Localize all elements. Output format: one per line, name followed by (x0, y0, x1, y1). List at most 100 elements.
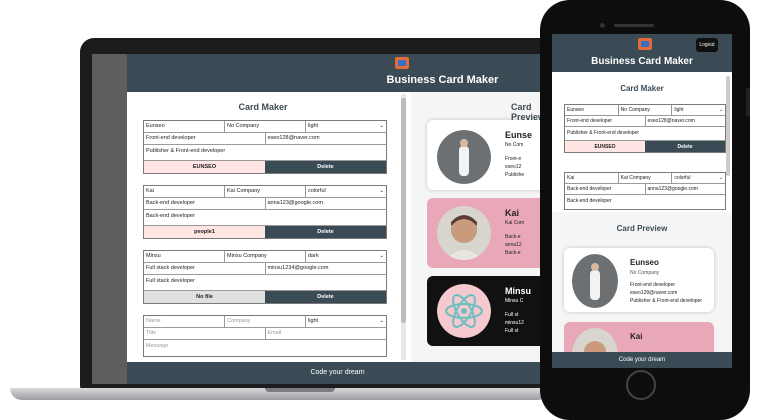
mobile-card-preview: Card Preview Eunseo No Company Front-end… (552, 212, 732, 368)
chevron-down-icon: ⌄ (379, 188, 384, 194)
card-form: Kai Kai Company colorful ⌄ Back-end devel… (564, 172, 726, 210)
email-input[interactable]: eseo128@naver.com (646, 116, 726, 126)
title-input[interactable]: Back-end developer (565, 184, 646, 194)
card-company: No Com (505, 142, 524, 148)
card-company: Kai Com (505, 220, 525, 226)
mobile-header: Logout Business Card Maker (552, 34, 732, 72)
home-button[interactable] (626, 370, 656, 400)
card-name: Eunseo (630, 258, 659, 267)
card-company: Minsu C (505, 298, 524, 304)
company-input[interactable]: Kai Company (619, 173, 673, 183)
avatar (437, 206, 491, 260)
image-file-button[interactable]: people1 (144, 226, 265, 238)
app-body: Card Maker Eunseo No Company light ⌄ Fron… (127, 92, 548, 362)
message-textarea[interactable]: Message (144, 340, 386, 356)
theme-select[interactable]: colorful ⌄ (672, 173, 725, 183)
mobile-maker-title: Card Maker (620, 84, 664, 93)
laptop-notch (265, 388, 335, 392)
card-message: Publishe (505, 172, 525, 178)
card-email: anna12 (505, 242, 522, 248)
card-message: Full st (505, 328, 519, 334)
avatar (437, 284, 491, 338)
app-window: Business Card Maker Card Maker Eunseo No… (127, 54, 548, 384)
logo-icon (395, 57, 409, 69)
add-card-form: Name Company light ⌄ Title Email Message (143, 315, 387, 357)
card-name: Eunse (505, 130, 533, 140)
company-input[interactable]: No Company (619, 105, 673, 115)
scrollbar-thumb[interactable] (401, 98, 406, 323)
message-textarea[interactable]: Publisher & Front-end developer (144, 145, 386, 161)
name-input[interactable]: Eunseo (565, 105, 619, 115)
preview-card: Minsu Minsu C Full st minsu12 Full st (427, 276, 548, 346)
card-email: eseo12 (505, 164, 522, 170)
title-input[interactable]: Back-end developer (144, 198, 266, 209)
mobile-preview-title: Card Preview (616, 224, 668, 233)
theme-select[interactable]: colorful ⌄ (306, 186, 386, 197)
name-input[interactable]: Eunseo (144, 121, 225, 132)
name-input[interactable]: Minsu (144, 251, 225, 262)
mobile-app-title: Business Card Maker (591, 56, 693, 67)
app-title: Business Card Maker (386, 74, 499, 86)
card-title: Front-e (505, 156, 522, 162)
avatar (437, 130, 491, 184)
maker-title: Card Maker (238, 102, 288, 112)
company-input[interactable]: Kai Company (225, 186, 306, 197)
card-maker: Card Maker Eunseo No Company light ⌄ Fron… (127, 92, 406, 362)
title-input[interactable]: Front-end developer (565, 116, 646, 126)
image-file-button[interactable]: No file (144, 291, 265, 303)
message-textarea[interactable]: Publisher & Front-end developer (565, 127, 725, 141)
theme-value: colorful (674, 175, 691, 181)
app-footer: Code your dream (127, 362, 548, 384)
phone-screen: Logout Business Card Maker Card Maker Eu… (552, 34, 732, 368)
preview-card: Kai Kai Com Back-e anna12 Back-e (427, 198, 548, 268)
email-input[interactable]: anna123@google.com (266, 198, 387, 209)
delete-button[interactable]: Delete (645, 141, 725, 152)
name-input[interactable]: Kai (144, 186, 225, 197)
card-title: Full st (505, 312, 519, 318)
card-name: Minsu (505, 286, 531, 296)
image-file-button[interactable]: EUNSEO (565, 141, 645, 152)
phone-speaker (614, 24, 654, 27)
card-email: eseo128@naver.com (630, 290, 678, 296)
card-form: Eunseo No Company light ⌄ Front-end devel… (143, 120, 387, 174)
email-input[interactable]: eseo128@naver.com (266, 133, 387, 144)
chevron-down-icon: ⌄ (718, 107, 724, 113)
email-input[interactable]: minsu1234@google.com (266, 263, 387, 274)
delete-button[interactable]: Delete (265, 226, 386, 238)
theme-select[interactable]: light ⌄ (672, 105, 725, 115)
card-form: Minsu Minsu Company dark ⌄ Full stack dev… (143, 250, 387, 304)
card-form: Kai Kai Company colorful ⌄ Back-end devel… (143, 185, 387, 239)
phone-side-button (746, 88, 750, 116)
name-input[interactable]: Kai (565, 173, 619, 183)
mobile-scrollbar[interactable] (726, 76, 730, 176)
email-input[interactable]: Email (266, 328, 387, 339)
email-input[interactable]: anna123@google.com (646, 184, 726, 194)
company-input[interactable]: Company (225, 316, 306, 327)
theme-select[interactable]: light ⌄ (306, 121, 386, 132)
name-input[interactable]: Name (144, 316, 225, 327)
card-company: No Company (630, 270, 660, 276)
title-input[interactable]: Full stack developer (144, 263, 266, 274)
theme-select[interactable]: dark ⌄ (306, 251, 386, 262)
theme-value: light (674, 107, 684, 113)
theme-select[interactable]: light ⌄ (306, 316, 386, 327)
card-message: Back-e (505, 250, 521, 256)
logo-icon (638, 38, 652, 50)
delete-button[interactable]: Delete (265, 291, 386, 303)
company-input[interactable]: Minsu Company (225, 251, 306, 262)
title-input[interactable]: Title (144, 328, 266, 339)
company-input[interactable]: No Company (225, 121, 306, 132)
logout-button[interactable]: Logout (696, 38, 718, 52)
card-preview: Card Preview Eunse No Com Front-e eseo12… (411, 92, 548, 362)
message-textarea[interactable]: Back-end developer (565, 195, 725, 209)
message-textarea[interactable]: Back-end developer (144, 210, 386, 226)
maker-scrollbar[interactable] (401, 94, 406, 360)
card-title: Back-e (505, 234, 521, 240)
card-title: Front-end developer (630, 282, 676, 288)
theme-value: dark (308, 253, 319, 259)
image-file-button[interactable]: EUNSEO (144, 161, 265, 173)
message-textarea[interactable]: Full stack developer (144, 275, 386, 291)
title-input[interactable]: Front-end developer (144, 133, 266, 144)
chevron-down-icon: ⌄ (718, 175, 724, 181)
delete-button[interactable]: Delete (265, 161, 386, 173)
